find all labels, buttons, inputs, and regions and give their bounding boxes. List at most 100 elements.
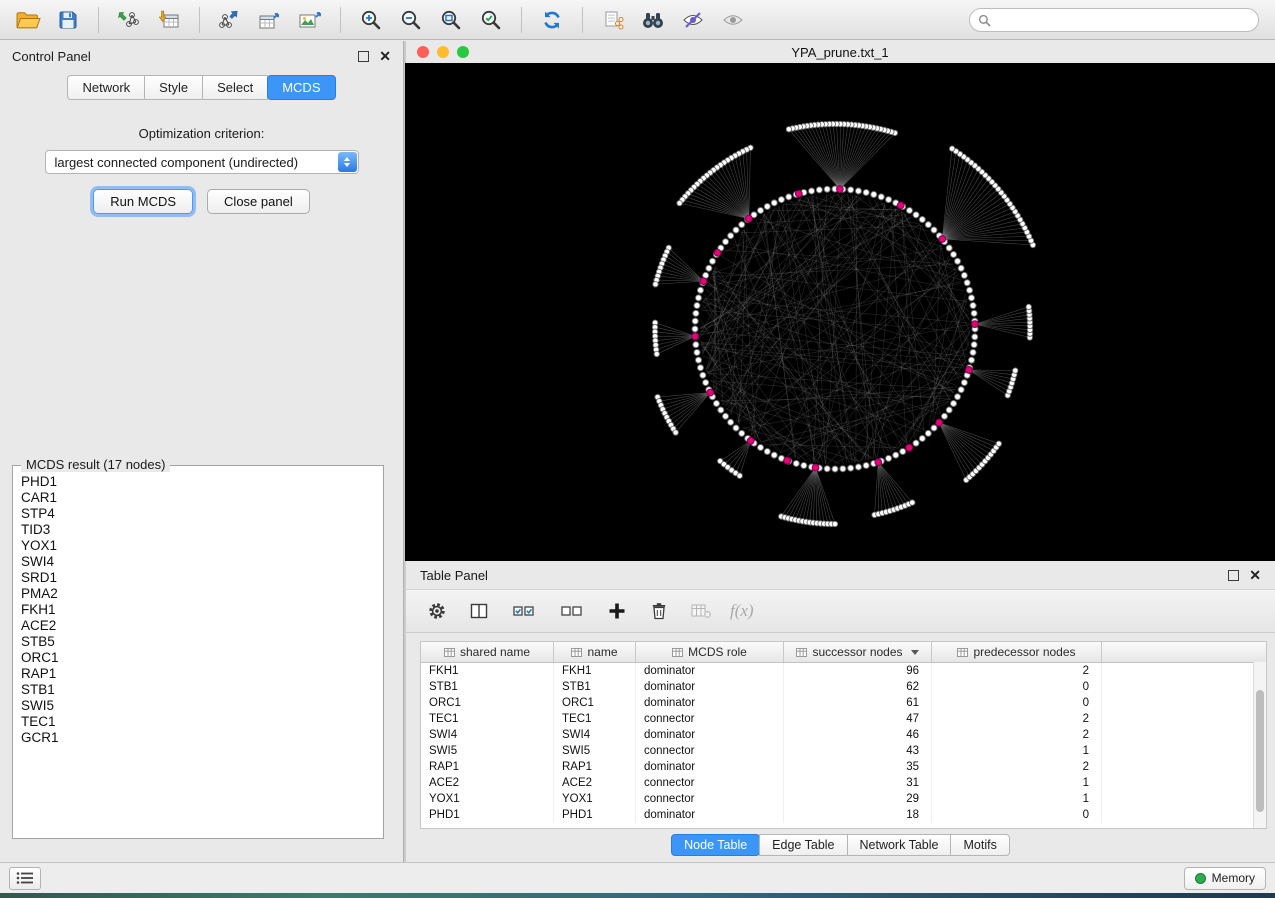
table-row[interactable]: PHD1PHD1dominator180	[421, 807, 1266, 823]
network-node[interactable]	[971, 310, 977, 316]
zoom-fit-icon[interactable]	[435, 5, 467, 35]
network-node[interactable]	[972, 334, 978, 340]
mcds-result-item[interactable]: STB1	[21, 682, 379, 698]
network-node[interactable]	[941, 413, 947, 419]
mcds-result-item[interactable]: RAP1	[21, 666, 379, 682]
import-network-icon[interactable]	[113, 5, 145, 35]
network-node[interactable]	[694, 349, 700, 355]
network-node[interactable]	[739, 430, 745, 436]
table-row[interactable]: SWI5SWI5connector431	[421, 743, 1266, 759]
show-graphics-details-icon[interactable]	[717, 5, 749, 35]
network-node[interactable]	[931, 227, 937, 233]
network-node[interactable]	[840, 466, 846, 472]
network-node[interactable]	[692, 318, 698, 324]
control-tab-network[interactable]: Network	[67, 75, 145, 100]
add-row-icon[interactable]	[604, 598, 630, 624]
network-node[interactable]	[824, 466, 830, 472]
network-node[interactable]	[886, 197, 892, 203]
network-node[interactable]	[764, 449, 770, 455]
network-node[interactable]	[968, 357, 974, 363]
network-node[interactable]	[906, 207, 912, 213]
mcds-result-item[interactable]: SRD1	[21, 570, 379, 586]
network-node[interactable]	[961, 272, 967, 278]
network-node[interactable]	[863, 190, 869, 196]
mcds-hub-node[interactable]	[936, 419, 943, 426]
network-node[interactable]	[758, 207, 764, 213]
network-node[interactable]	[968, 295, 974, 301]
network-node[interactable]	[946, 407, 952, 413]
network-node[interactable]	[955, 394, 961, 400]
mcds-hub-node[interactable]	[700, 278, 707, 285]
network-node[interactable]	[878, 194, 884, 200]
mcds-result-item[interactable]: YOX1	[21, 538, 379, 554]
mcds-hub-node[interactable]	[714, 249, 721, 256]
mcds-hub-node[interactable]	[784, 457, 791, 464]
import-table-icon[interactable]	[153, 5, 185, 35]
export-network-icon[interactable]	[214, 5, 246, 35]
mcds-hub-node[interactable]	[812, 464, 819, 471]
column-header-predecessor-nodes[interactable]: predecessor nodes	[932, 642, 1102, 662]
network-node[interactable]	[728, 419, 734, 425]
table-row[interactable]: YOX1YOX1connector291	[421, 791, 1266, 807]
mcds-hub-node[interactable]	[795, 190, 802, 197]
mcds-hub-node[interactable]	[692, 333, 699, 340]
network-leaf-node[interactable]	[996, 441, 1001, 446]
zoom-out-icon[interactable]	[395, 5, 427, 35]
network-node[interactable]	[925, 222, 931, 228]
network-node[interactable]	[733, 425, 739, 431]
window-minimize-icon[interactable]	[437, 46, 449, 58]
network-leaf-node[interactable]	[737, 473, 742, 478]
network-node[interactable]	[931, 425, 937, 431]
network-node[interactable]	[786, 194, 792, 200]
table-tab-node-table[interactable]: Node Table	[671, 834, 760, 856]
mcds-hub-node[interactable]	[965, 367, 972, 374]
mcds-hub-node[interactable]	[897, 202, 904, 209]
control-tab-select[interactable]: Select	[202, 75, 268, 100]
window-close-icon[interactable]	[417, 46, 429, 58]
network-node[interactable]	[871, 191, 877, 197]
table-settings-gear-icon[interactable]	[424, 598, 450, 624]
table-row[interactable]: SWI4SWI4dominator462	[421, 727, 1266, 743]
network-node[interactable]	[886, 455, 892, 461]
network-node[interactable]	[946, 245, 952, 251]
network-leaf-node[interactable]	[910, 500, 915, 505]
mcds-result-item[interactable]: SWI4	[21, 554, 379, 570]
network-node[interactable]	[964, 280, 970, 286]
mcds-result-item[interactable]: STP4	[21, 506, 379, 522]
network-node[interactable]	[832, 466, 838, 472]
network-node[interactable]	[771, 200, 777, 206]
column-header-successor-nodes[interactable]: successor nodes	[784, 642, 932, 662]
network-node[interactable]	[694, 303, 700, 309]
criterion-select[interactable]: largest connected component (undirected)	[45, 150, 359, 174]
network-node[interactable]	[693, 342, 699, 348]
network-node[interactable]	[709, 258, 715, 264]
network-node[interactable]	[801, 462, 807, 468]
save-session-icon[interactable]	[52, 5, 84, 35]
close-panel-icon[interactable]: ✕	[379, 49, 391, 63]
network-node[interactable]	[848, 187, 854, 193]
network-node[interactable]	[693, 310, 699, 316]
table-row[interactable]: STB1STB1dominator620	[421, 679, 1266, 695]
mcds-result-item[interactable]: PMA2	[21, 586, 379, 602]
export-image-icon[interactable]	[294, 5, 326, 35]
mcds-hub-node[interactable]	[747, 437, 754, 444]
network-leaf-node[interactable]	[653, 282, 658, 287]
network-node[interactable]	[893, 452, 899, 458]
mcds-result-item[interactable]: PHD1	[21, 474, 379, 490]
network-node[interactable]	[958, 265, 964, 271]
zoom-selected-icon[interactable]	[475, 5, 507, 35]
network-node[interactable]	[723, 239, 729, 245]
network-node[interactable]	[739, 222, 745, 228]
network-leaf-node[interactable]	[1026, 304, 1031, 309]
mcds-hub-node[interactable]	[745, 215, 752, 222]
network-node[interactable]	[706, 265, 712, 271]
network-node[interactable]	[824, 186, 830, 192]
network-node[interactable]	[919, 217, 925, 223]
table-row[interactable]: TEC1TEC1connector472	[421, 711, 1266, 727]
network-node[interactable]	[697, 365, 703, 371]
network-node[interactable]	[793, 461, 799, 467]
mcds-result-item[interactable]: ACE2	[21, 618, 379, 634]
mcds-hub-node[interactable]	[836, 186, 843, 193]
refresh-layout-icon[interactable]	[536, 5, 568, 35]
network-node[interactable]	[913, 212, 919, 218]
